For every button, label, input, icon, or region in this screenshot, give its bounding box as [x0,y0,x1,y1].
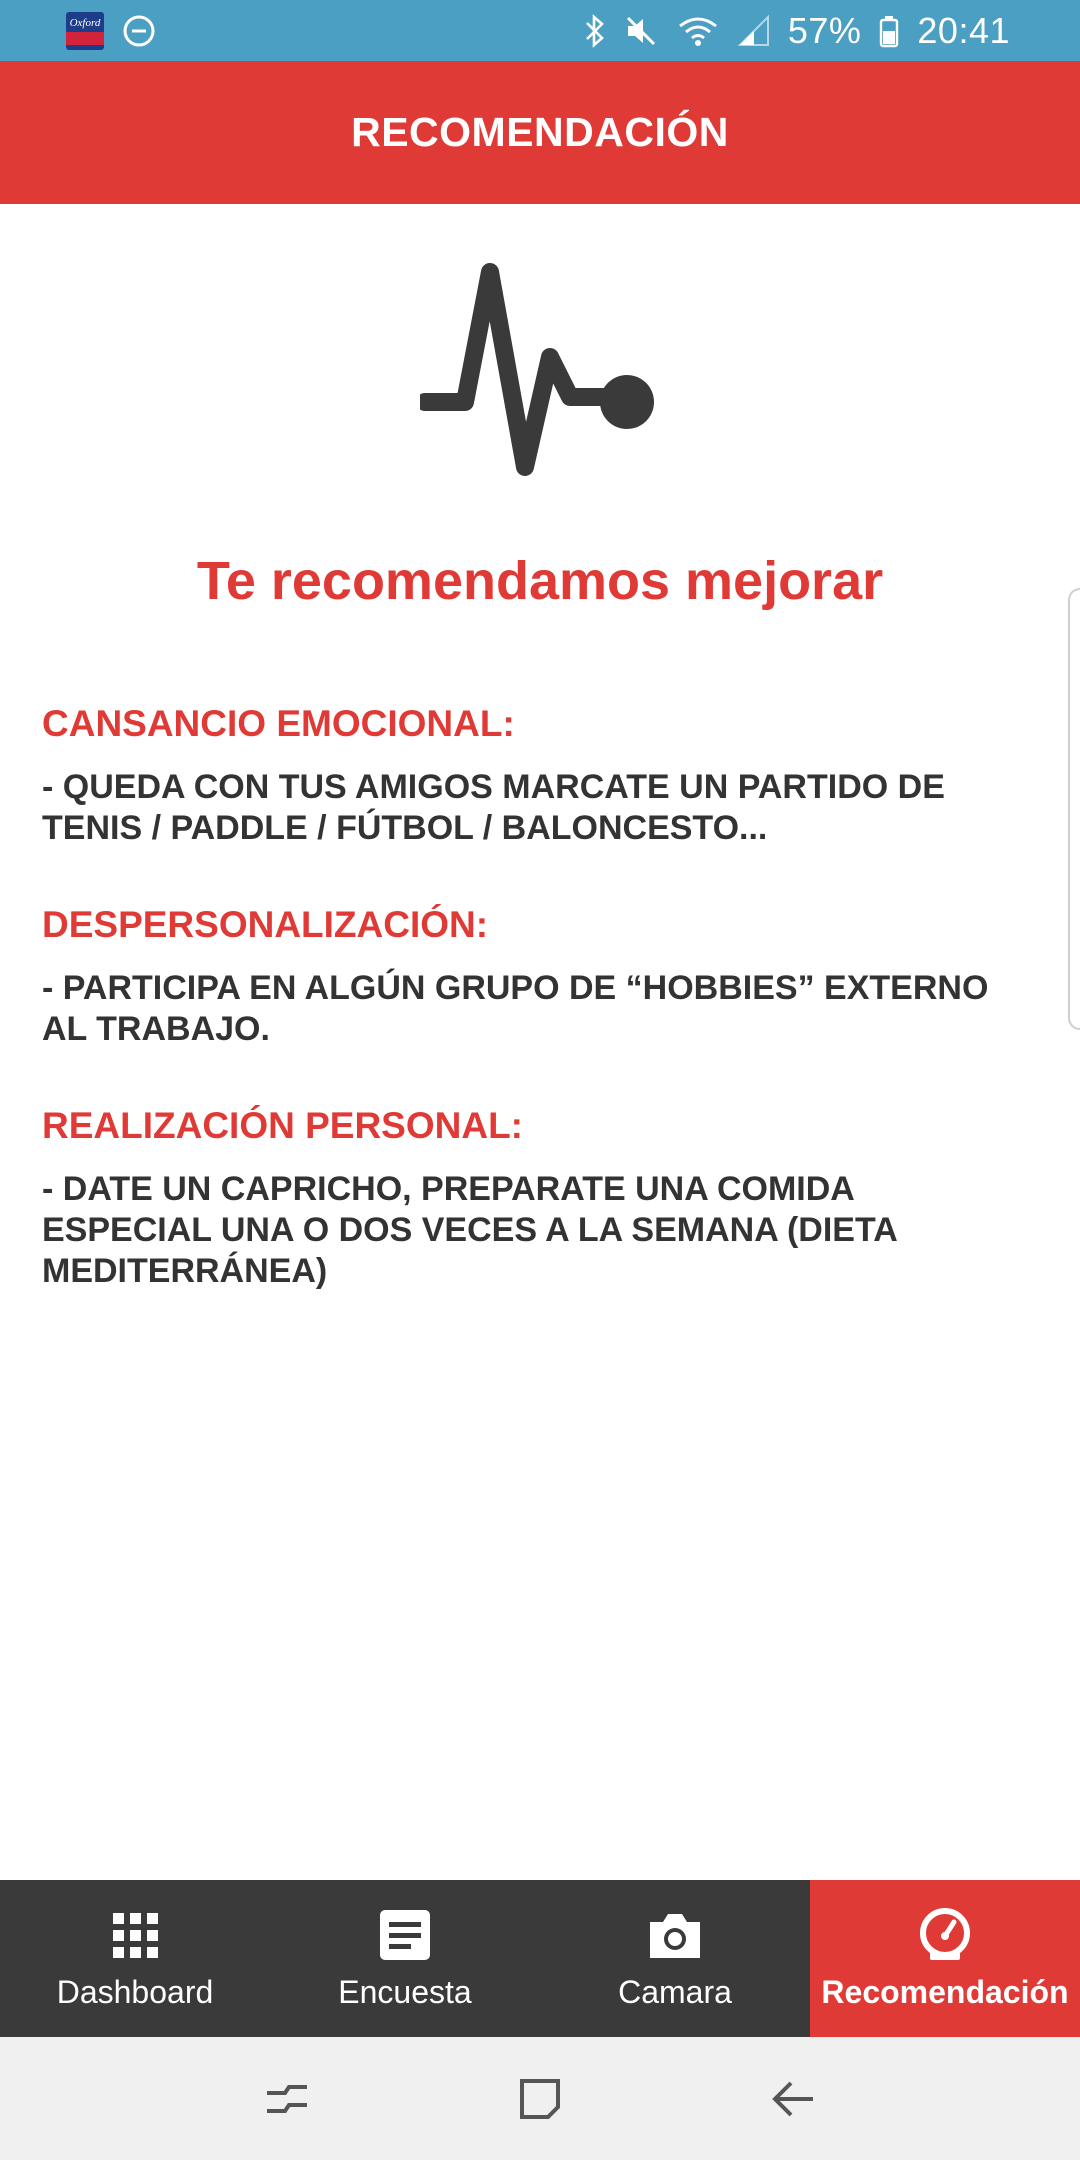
grid-icon [113,1913,158,1958]
nav-item-encuesta[interactable]: Encuesta [270,1880,540,2037]
recent-apps-icon[interactable] [257,2069,317,2129]
page-title: RECOMENDACIÓN [351,109,729,155]
battery-icon [880,15,899,47]
section-heading: REALIZACIÓN PERSONAL: [42,1105,523,1146]
app-bar: RECOMENDACIÓN [0,61,1080,204]
section-cansancio-emocional: CANSANCIO EMOCIONAL: - QUEDA CON TUS AMI… [42,703,1022,849]
recommendation-headline: Te recomendamos mejorar [196,551,884,611]
nav-label: Camara [618,1974,732,2010]
speedometer-icon [920,1908,970,1960]
scroll-edge-handle[interactable] [1068,588,1080,1030]
dnd-icon [123,15,155,46]
mute-icon [626,16,655,45]
section-heading: CANSANCIO EMOCIONAL: [42,703,515,744]
bottom-nav: Dashboard Encuesta Camara Recomendación [0,1880,1080,2037]
nav-label: Dashboard [56,1974,214,2010]
app-badge-text: Oxford [69,16,101,29]
section-body: - PARTICIPA EN ALGÚN GRUPO DE “HOBBIES” … [42,969,989,1048]
status-left: Oxford [66,11,156,50]
nav-item-recomendacion[interactable]: Recomendación [810,1880,1080,2037]
section-despersonalizacion: DESPERSONALIZACIÓN: - PARTICIPA EN ALGÚN… [42,904,1022,1050]
system-nav-bar [0,2037,1080,2160]
wifi-icon [678,17,717,46]
back-icon[interactable] [763,2069,823,2129]
home-icon[interactable] [510,2069,570,2129]
nav-label: Encuesta [338,1974,472,2010]
nav-label: Recomendación [821,1974,1069,2010]
bluetooth-icon [585,13,604,48]
status-right: 57% 20:41 [584,10,1010,52]
camera-icon [650,1914,700,1958]
heartbeat-icon [420,263,654,476]
document-icon [380,1910,430,1960]
app-badge-stripe [66,31,104,45]
section-body: - DATE UN CAPRICHO, PREPARATE UNA COMIDA… [42,1170,897,1290]
nav-item-camara[interactable]: Camara [540,1880,810,2037]
section-heading: DESPERSONALIZACIÓN: [42,904,489,945]
status-bar: Oxford 57% 20:41 [0,0,1080,61]
battery-percent: 57% [787,9,862,51]
nav-item-dashboard[interactable]: Dashboard [0,1880,270,2037]
app-notification-icon: Oxford [66,11,104,50]
signal-icon [737,14,769,46]
clock: 20:41 [917,9,1010,51]
section-body: - QUEDA CON TUS AMIGOS MARCATE UN PARTID… [42,768,945,847]
section-realizacion-personal: REALIZACIÓN PERSONAL: - DATE UN CAPRICHO… [42,1105,1022,1292]
